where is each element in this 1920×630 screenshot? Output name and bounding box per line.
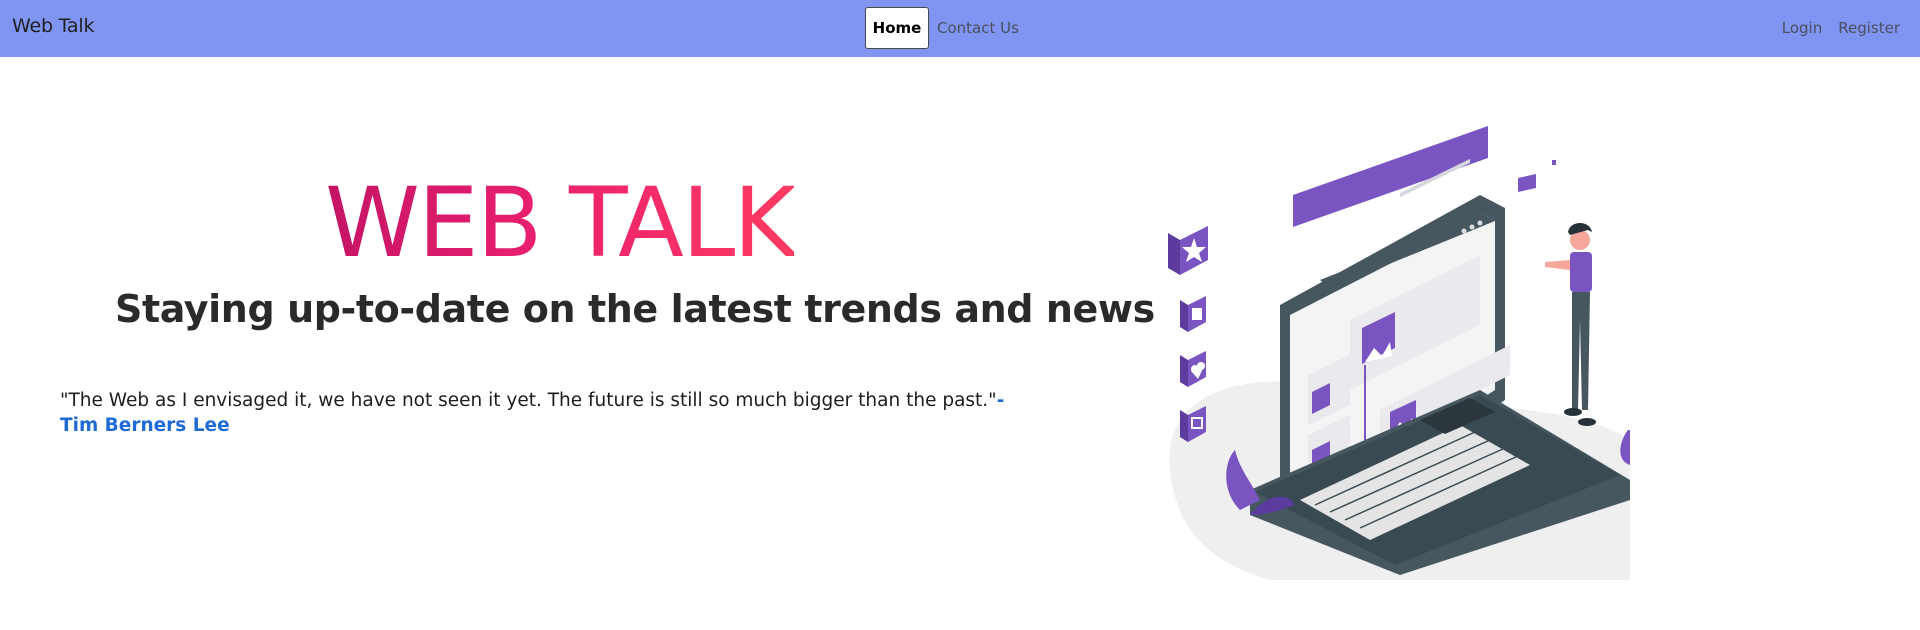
login-link[interactable]: Login xyxy=(1782,19,1822,37)
brand-link[interactable]: Web Talk xyxy=(12,15,94,37)
hero-title: WEB TALK xyxy=(325,167,796,279)
navbar: Web Talk Home Contact Us Login Register xyxy=(0,0,1920,57)
nav-home-link[interactable]: Home xyxy=(865,7,929,49)
thumbs-up-icon xyxy=(1180,296,1206,332)
laptop-illustration xyxy=(1168,126,1630,580)
nav-contact-link[interactable]: Contact Us xyxy=(937,19,1019,37)
person-figure xyxy=(1545,223,1596,426)
register-link[interactable]: Register xyxy=(1838,19,1900,37)
hero-subtitle: Staying up-to-date on the latest trends … xyxy=(115,287,1155,331)
star-icon xyxy=(1168,226,1208,275)
auth-links: Login Register xyxy=(1782,19,1900,37)
nav-links: Home Contact Us xyxy=(865,7,1019,49)
heart-icon xyxy=(1180,351,1206,387)
hero-quote: "The Web as I envisaged it, we have not … xyxy=(60,388,1020,438)
quote-text: "The Web as I envisaged it, we have not … xyxy=(60,390,997,411)
